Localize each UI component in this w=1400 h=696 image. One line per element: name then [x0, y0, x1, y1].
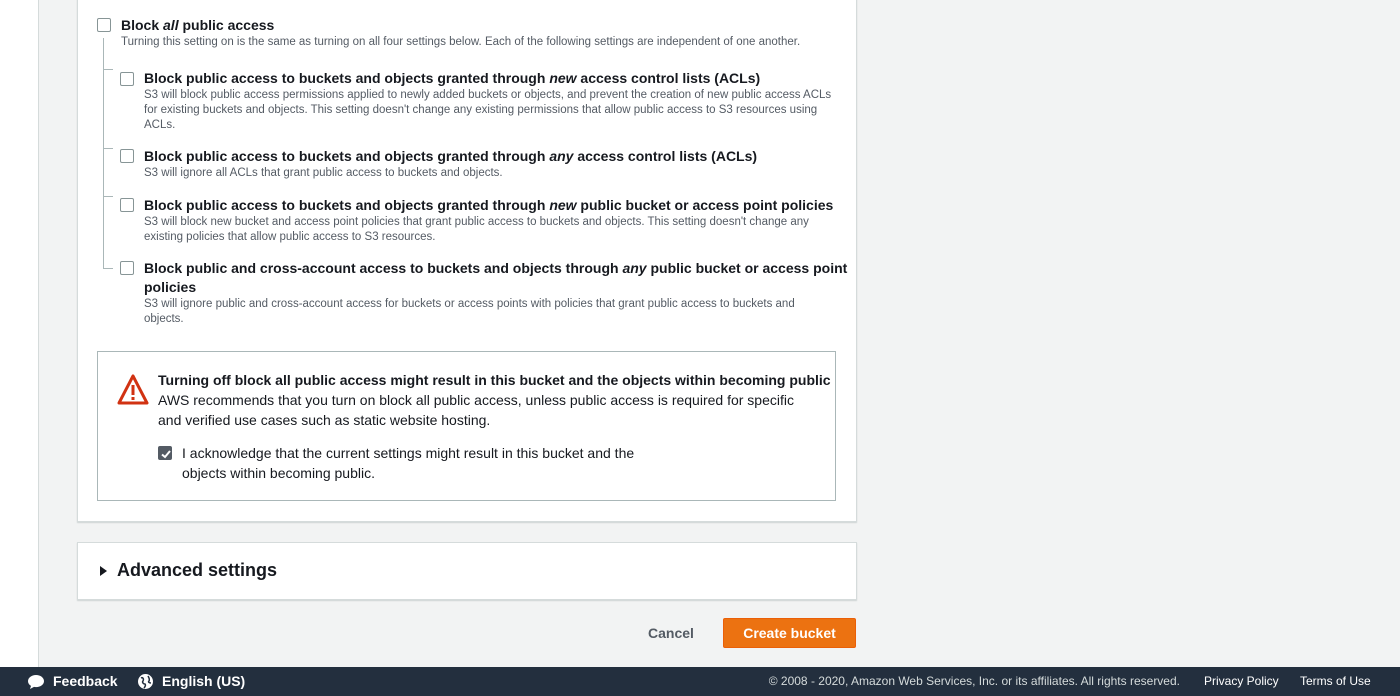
block-any-acls-checkbox[interactable] [120, 149, 134, 163]
language-selector[interactable]: English (US) [162, 673, 245, 689]
globe-icon[interactable] [137, 673, 154, 693]
acknowledge-label: I acknowledge that the current settings … [182, 445, 635, 481]
warning-triangle-icon [117, 374, 149, 411]
block-new-policies-title: Block public access to buckets and objec… [144, 197, 834, 213]
speech-bubble-icon[interactable] [27, 674, 45, 693]
warning-body: AWS recommends that you turn on block al… [158, 392, 794, 428]
block-new-acls-checkbox[interactable] [120, 72, 134, 86]
privacy-policy-link[interactable]: Privacy Policy [1204, 674, 1279, 688]
block-all-checkbox[interactable] [97, 18, 111, 32]
copyright-text: © 2008 - 2020, Amazon Web Services, Inc.… [768, 674, 1180, 688]
tree-branch [103, 268, 113, 269]
tree-branch [103, 148, 113, 149]
feedback-link[interactable]: Feedback [53, 673, 118, 689]
tree-branch [103, 196, 113, 197]
tree-branch [103, 69, 113, 70]
block-any-policies-description: S3 will ignore public and cross-account … [144, 298, 795, 325]
advanced-settings-label[interactable]: Advanced settings [117, 559, 277, 581]
block-any-policies-title: Block public and cross-account access to… [144, 260, 848, 276]
caret-right-icon[interactable] [99, 564, 109, 582]
terms-of-use-link[interactable]: Terms of Use [1300, 674, 1371, 688]
acknowledge-checkbox[interactable] [158, 446, 172, 460]
block-new-acls-description: S3 will block public access permissions … [144, 89, 832, 131]
checkmark-icon [161, 450, 171, 459]
warning-title: Turning off block all public access migh… [158, 372, 831, 388]
block-any-acls-description: S3 will ignore all ACLs that grant publi… [144, 167, 503, 179]
block-any-policies-checkbox[interactable] [120, 261, 134, 275]
console-footer: Feedback English (US) © 2008 - 2020, Ama… [0, 667, 1400, 696]
block-all-description: Turning this setting on is the same as t… [121, 36, 801, 48]
block-new-policies-checkbox[interactable] [120, 198, 134, 212]
tree-connector [103, 38, 104, 269]
left-nav-pane [0, 0, 39, 667]
block-any-acls-title: Block public access to buckets and objec… [144, 148, 758, 164]
block-new-acls-title: Block public access to buckets and objec… [144, 70, 761, 86]
create-bucket-button[interactable]: Create bucket [723, 618, 856, 648]
block-new-policies-description: S3 will block new bucket and access poin… [144, 216, 809, 243]
block-any-policies-title-cont: policies [144, 279, 197, 295]
block-all-title: Block all public access [121, 17, 275, 33]
cancel-button[interactable]: Cancel [640, 621, 702, 645]
